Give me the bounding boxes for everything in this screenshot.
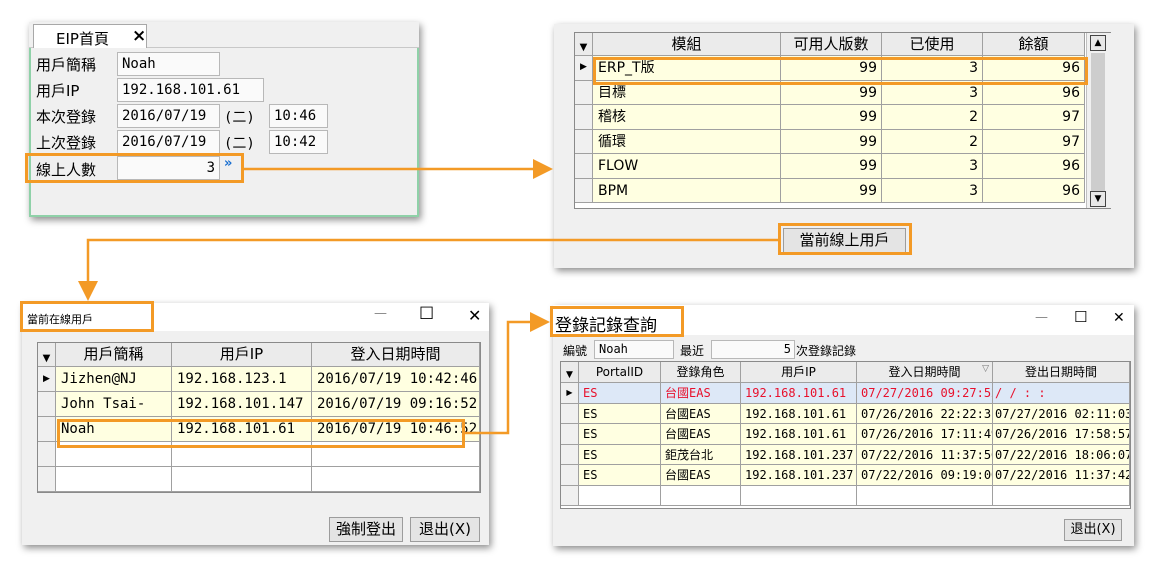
arrow-noah-to-history bbox=[465, 312, 550, 435]
arrow-button-to-online-users bbox=[78, 238, 778, 301]
flow-connectors bbox=[78, 159, 778, 435]
